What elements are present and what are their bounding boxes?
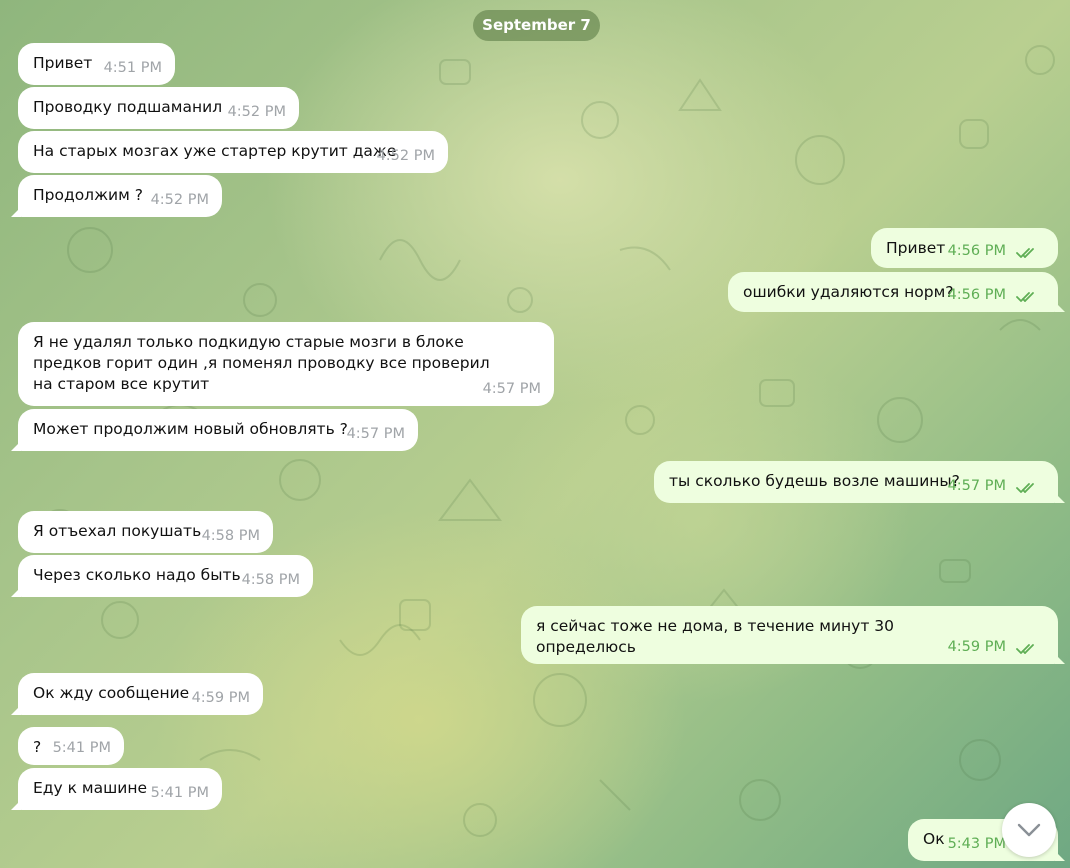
- message-text: Может продолжим новый обновлять ?: [33, 420, 348, 438]
- message-text: я сейчас тоже не дома, в течение минут 3…: [536, 617, 895, 656]
- incoming-message[interactable]: Ок жду сообщение 4:59 PM: [11, 673, 263, 715]
- message-text: Еду к машине: [33, 779, 148, 797]
- message-time: 4:56 PM: [947, 287, 1006, 303]
- message-text: Через сколько надо быть: [33, 566, 241, 584]
- incoming-message[interactable]: Проводку подшаманил 4:52 PM: [18, 87, 299, 129]
- message-time: 4:59 PM: [947, 639, 1006, 655]
- double-check-icon: [1016, 248, 1034, 258]
- message-time: 4:57 PM: [346, 426, 405, 442]
- chevron-down-icon: [1017, 823, 1041, 837]
- incoming-message[interactable]: Я не удалял только подкидую старые мозги…: [18, 322, 554, 406]
- message-text: Продолжим ?: [33, 186, 143, 204]
- message-text: ты сколько будешь возле машины?: [669, 472, 960, 490]
- message-text: Привет: [886, 239, 946, 257]
- message-text: На старых мозгах уже стартер крутит даже: [33, 142, 397, 160]
- message-time: 4:52 PM: [227, 104, 286, 120]
- message-text: Я отъехал покушать: [33, 522, 202, 540]
- message-text: ошибки удаляются норм?: [743, 283, 954, 301]
- incoming-message[interactable]: ? 5:41 PM: [18, 727, 124, 765]
- message-text: Проводку подшаманил: [33, 98, 223, 116]
- message-time: 5:43 PM: [947, 836, 1006, 852]
- incoming-message[interactable]: Через сколько надо быть 4:58 PM: [11, 555, 313, 597]
- message-time: 4:57 PM: [482, 381, 541, 397]
- scroll-to-bottom-button[interactable]: [1002, 803, 1056, 857]
- incoming-message[interactable]: Привет 4:51 PM: [18, 43, 175, 85]
- message-text: Я не удалял только подкидую старые мозги…: [33, 333, 490, 393]
- message-time: 4:56 PM: [947, 243, 1006, 259]
- outgoing-message[interactable]: Привет 4:56 PM: [871, 228, 1058, 268]
- message-time: 4:59 PM: [191, 690, 250, 706]
- incoming-message[interactable]: Еду к машине 5:41 PM: [11, 768, 222, 810]
- message-time: 5:41 PM: [150, 785, 209, 801]
- message-text: Ок жду сообщение: [33, 684, 190, 702]
- outgoing-message[interactable]: ошибки удаляются норм? 4:56 PM: [728, 272, 1065, 312]
- incoming-message[interactable]: Я отъехал покушать 4:58 PM: [18, 511, 273, 553]
- message-time: 5:41 PM: [52, 740, 111, 756]
- message-text: Привет: [33, 54, 93, 72]
- outgoing-message[interactable]: ты сколько будешь возле машины? 4:57 PM: [654, 461, 1065, 503]
- incoming-message[interactable]: Продолжим ? 4:52 PM: [11, 175, 222, 217]
- double-check-icon: [1016, 644, 1034, 654]
- date-separator: September 7: [473, 10, 600, 41]
- incoming-message[interactable]: Может продолжим новый обновлять ? 4:57 PM: [11, 409, 418, 451]
- message-time: 4:58 PM: [241, 572, 300, 588]
- message-time: 4:52 PM: [376, 148, 435, 164]
- message-time: 4:58 PM: [201, 528, 260, 544]
- outgoing-message[interactable]: я сейчас тоже не дома, в течение минут 3…: [521, 606, 1065, 664]
- message-text: ?: [33, 738, 42, 756]
- message-time: 4:52 PM: [150, 192, 209, 208]
- double-check-icon: [1016, 483, 1034, 493]
- message-time: 4:51 PM: [103, 60, 162, 76]
- message-text: Ок: [923, 830, 945, 848]
- double-check-icon: [1016, 292, 1034, 302]
- message-time: 4:57 PM: [947, 478, 1006, 494]
- incoming-message[interactable]: На старых мозгах уже стартер крутит даже…: [18, 131, 448, 173]
